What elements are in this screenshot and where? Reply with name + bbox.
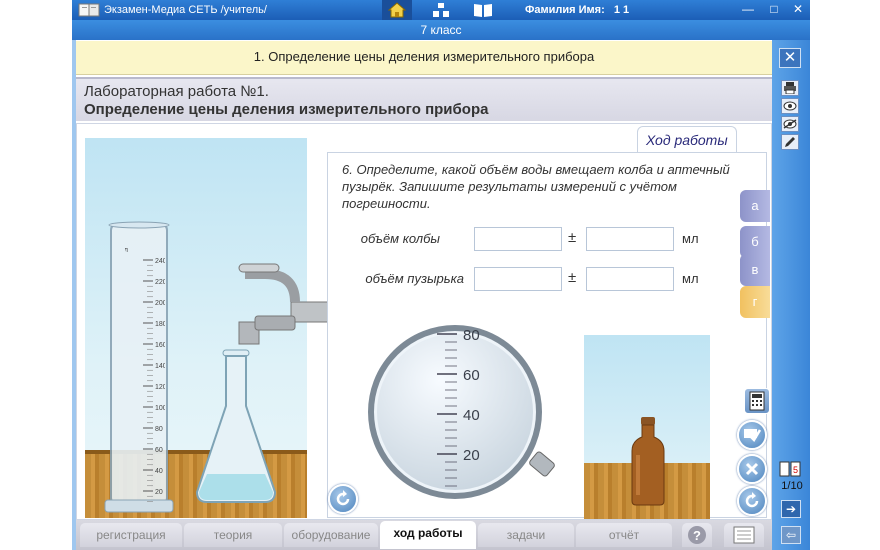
cylinder-tick-label: 80 xyxy=(155,426,163,433)
tab-registration[interactable]: регистрация xyxy=(80,523,182,547)
tab-tasks[interactable]: задачи xyxy=(478,523,574,547)
vial-plusminus: ± xyxy=(568,269,577,286)
task-instruction: 6. Определите, какой объём воды вмещает … xyxy=(342,162,730,211)
cylinder-tick-label: 20 xyxy=(155,489,163,496)
vial-unit: мл xyxy=(682,271,699,286)
flask-unit: мл xyxy=(682,231,699,246)
svg-text:5: 5 xyxy=(793,465,798,475)
water-tap[interactable] xyxy=(235,262,335,348)
magnifier-tick-label: 40 xyxy=(463,407,480,424)
vial-volume-label: объём пузырька xyxy=(365,271,464,286)
calculator-icon xyxy=(749,391,765,411)
class-label: 7 класс xyxy=(72,20,810,40)
tab-equipment[interactable]: оборудование xyxy=(284,523,378,547)
refresh-button[interactable] xyxy=(737,486,767,516)
help-button[interactable]: ? xyxy=(682,523,712,547)
close-icon xyxy=(745,462,759,476)
flask-plusminus: ± xyxy=(568,229,577,246)
back-arrow[interactable]: ⇦ xyxy=(781,526,801,544)
medicine-vial[interactable] xyxy=(628,415,668,507)
user-info: Фамилия Имя: 1 1 xyxy=(525,4,629,16)
tab-work-progress[interactable]: ход работы xyxy=(380,521,476,549)
check-icon xyxy=(744,429,762,443)
cylinder-tick-label: 140 xyxy=(155,363,165,370)
cylinder-scale: мл 240 220 200 180 160 140 120 100 80 60 40 20 xyxy=(125,247,165,502)
side-tab-v[interactable]: в xyxy=(740,254,770,286)
app-title: Экзамен-Медиа СЕТЬ /учитель/ xyxy=(104,4,267,16)
hide-button[interactable] xyxy=(781,116,799,132)
structure-icon xyxy=(433,3,449,17)
flask-error-input[interactable] xyxy=(586,227,674,251)
notes-button[interactable] xyxy=(724,523,764,547)
user-label: Фамилия Имя: xyxy=(525,4,605,16)
minimize-button[interactable]: — xyxy=(740,2,756,16)
show-button[interactable] xyxy=(781,98,799,114)
work-progress-tab[interactable]: Ход работы xyxy=(637,126,737,152)
reset-scene-button[interactable] xyxy=(328,484,358,514)
magnifier-tick-label: 80 xyxy=(463,327,480,344)
lab-number: Лабораторная работа №1. xyxy=(84,83,269,100)
side-tab-g[interactable]: г xyxy=(740,286,770,318)
topic-title: 1. Определение цены деления измерительно… xyxy=(76,41,772,75)
tab-theory[interactable]: теория xyxy=(184,523,282,547)
journal-button[interactable]: 5 xyxy=(779,460,801,478)
svg-text:?: ? xyxy=(693,528,701,543)
home-button[interactable] xyxy=(382,0,412,20)
print-button[interactable] xyxy=(781,80,799,96)
cylinder-tick-label: 180 xyxy=(155,321,165,328)
cylinder-tick-label: 160 xyxy=(155,342,165,349)
cylinder-tick-label: 220 xyxy=(155,279,165,286)
app-logo-icon xyxy=(78,3,100,17)
close-panel-button[interactable]: ✕ xyxy=(779,48,801,68)
edit-button[interactable] xyxy=(781,134,799,150)
library-button[interactable] xyxy=(468,0,498,20)
title-bar: Экзамен-Медиа СЕТЬ /учитель/ Фамилия Имя… xyxy=(72,0,810,20)
vial-volume-row: объём пузырька ± мл xyxy=(328,267,728,291)
lab-title: Определение цены деления измерительного … xyxy=(84,101,489,118)
notebook-icon xyxy=(733,526,755,544)
app-window: Экзамен-Медиа СЕТЬ /учитель/ Фамилия Имя… xyxy=(0,0,880,550)
calculator-button[interactable] xyxy=(744,388,770,414)
refresh-icon xyxy=(745,492,759,508)
cylinder-tick-label: 100 xyxy=(155,405,165,412)
window-close-button[interactable]: ✕ xyxy=(790,2,806,16)
eye-crossed-icon xyxy=(783,119,797,129)
eye-icon xyxy=(783,101,797,111)
cylinder-tick-label: 200 xyxy=(155,300,165,307)
user-value: 1 1 xyxy=(613,4,630,16)
conical-flask[interactable] xyxy=(193,346,279,508)
vial-volume-input[interactable] xyxy=(474,267,562,291)
magnifier-tick-label: 20 xyxy=(463,447,480,464)
cylinder-tick-label: 120 xyxy=(155,384,165,391)
magnifier[interactable]: 80 60 40 20 xyxy=(367,324,557,506)
pencil-icon xyxy=(785,137,795,147)
cylinder-tick-label: 240 xyxy=(155,258,165,265)
flask-volume-label: объём колбы xyxy=(360,231,440,246)
cylinder-tick-label: 40 xyxy=(155,468,163,475)
book-icon xyxy=(474,4,492,17)
flask-volume-row: объём колбы ± мл xyxy=(328,227,728,251)
side-tab-a[interactable]: а xyxy=(740,190,770,222)
help-icon: ? xyxy=(688,526,706,544)
structure-button[interactable] xyxy=(426,0,456,20)
home-icon xyxy=(388,2,406,18)
cylinder-tick-label: 60 xyxy=(155,447,163,454)
clear-button[interactable] xyxy=(737,454,767,484)
work-area: мл 240 220 200 180 160 140 120 100 80 60 40 20 6. О… xyxy=(76,123,772,520)
rotate-icon xyxy=(336,490,350,506)
bottom-tab-bar: регистрация теория оборудование ход рабо… xyxy=(76,520,772,550)
magnifier-tick-label: 60 xyxy=(463,367,480,384)
check-answer-button[interactable] xyxy=(737,420,767,450)
printer-icon xyxy=(784,82,796,94)
tab-report[interactable]: отчёт xyxy=(576,523,672,547)
journal-icon: 5 xyxy=(779,461,801,477)
cylinder-unit: мл xyxy=(125,247,128,254)
next-arrow[interactable]: ➔ xyxy=(781,500,801,518)
maximize-button[interactable]: □ xyxy=(766,2,782,16)
vial-error-input[interactable] xyxy=(586,267,674,291)
page-counter: 1/10 xyxy=(781,480,803,492)
lab-header: Лабораторная работа №1. Определение цены… xyxy=(76,77,772,121)
flask-volume-input[interactable] xyxy=(474,227,562,251)
